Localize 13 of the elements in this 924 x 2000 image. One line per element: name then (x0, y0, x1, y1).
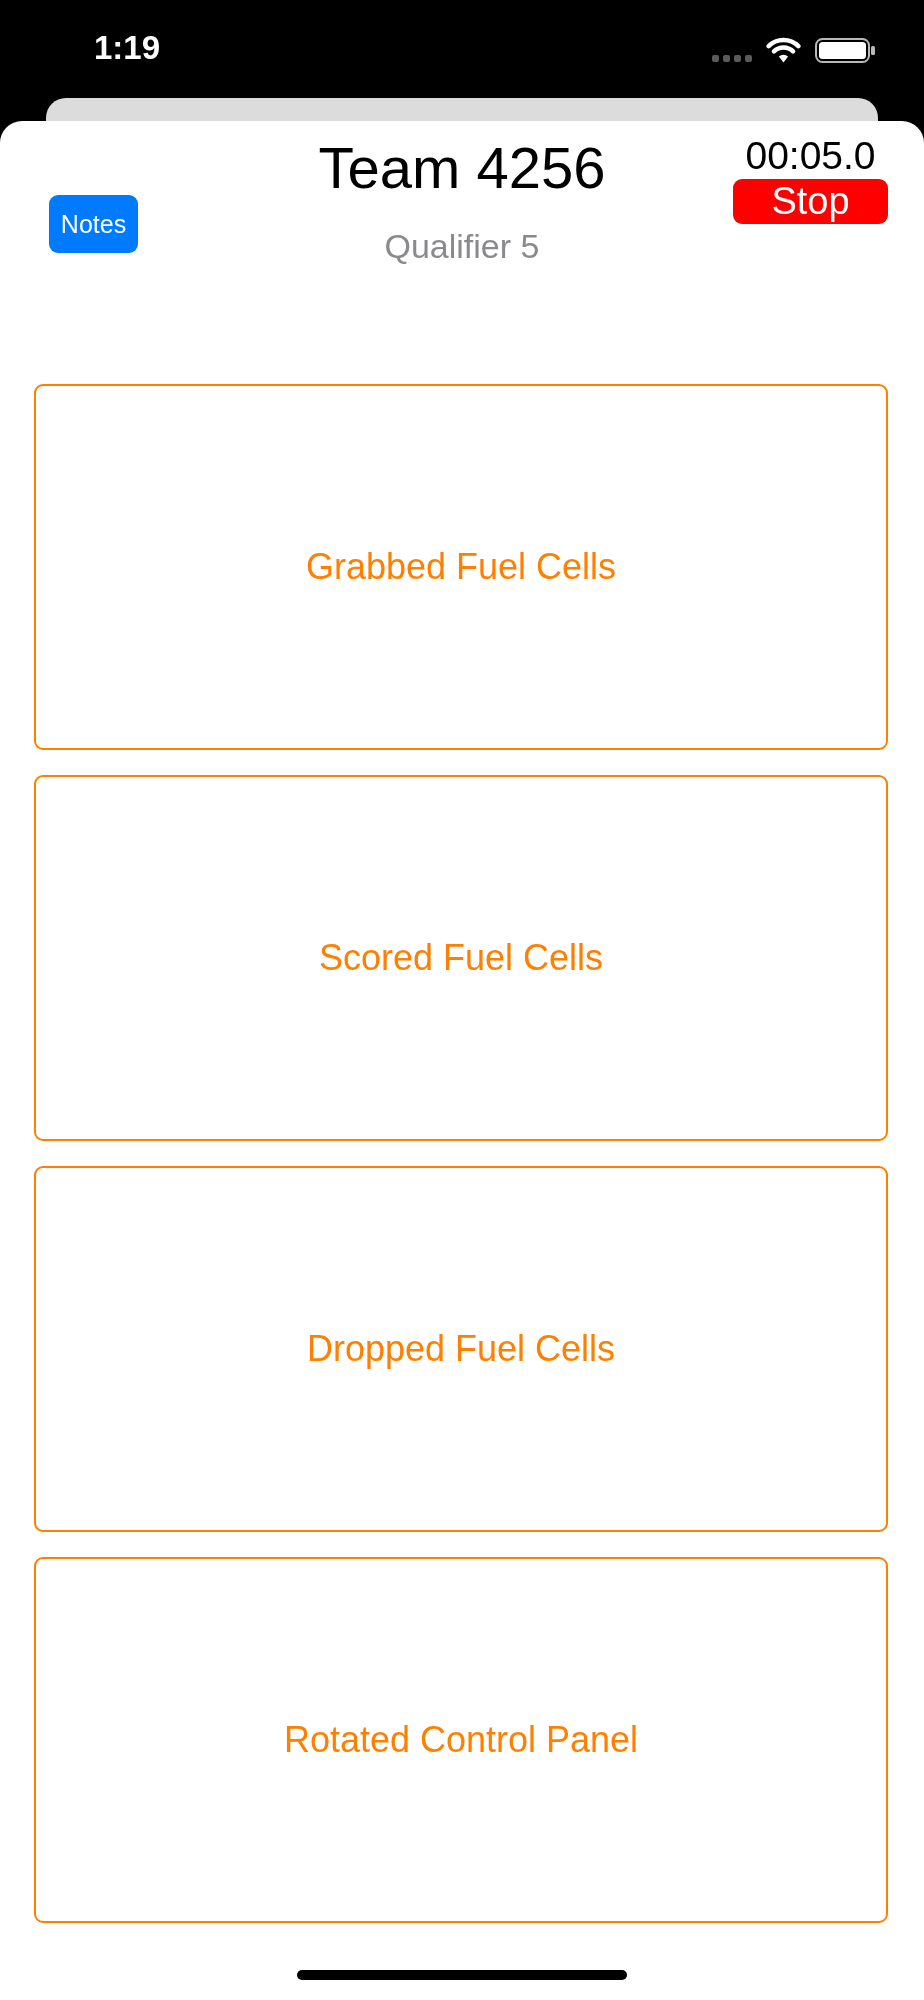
battery-icon (815, 38, 875, 63)
action-button[interactable]: Rotated Control Panel (34, 1557, 888, 1923)
signal-icon (712, 55, 752, 62)
notes-button[interactable]: Notes (49, 195, 138, 253)
team-title: Team 4256 (318, 135, 606, 201)
wifi-icon (766, 37, 801, 63)
match-subtitle: Qualifier 5 (384, 226, 540, 266)
status-time: 1:19 (94, 29, 161, 67)
action-button[interactable]: Dropped Fuel Cells (34, 1166, 888, 1532)
timer-text: 00:05.0 (745, 134, 876, 178)
action-button[interactable]: Scored Fuel Cells (34, 775, 888, 1141)
action-button[interactable]: Grabbed Fuel Cells (34, 384, 888, 750)
stop-button[interactable]: Stop (733, 179, 888, 224)
